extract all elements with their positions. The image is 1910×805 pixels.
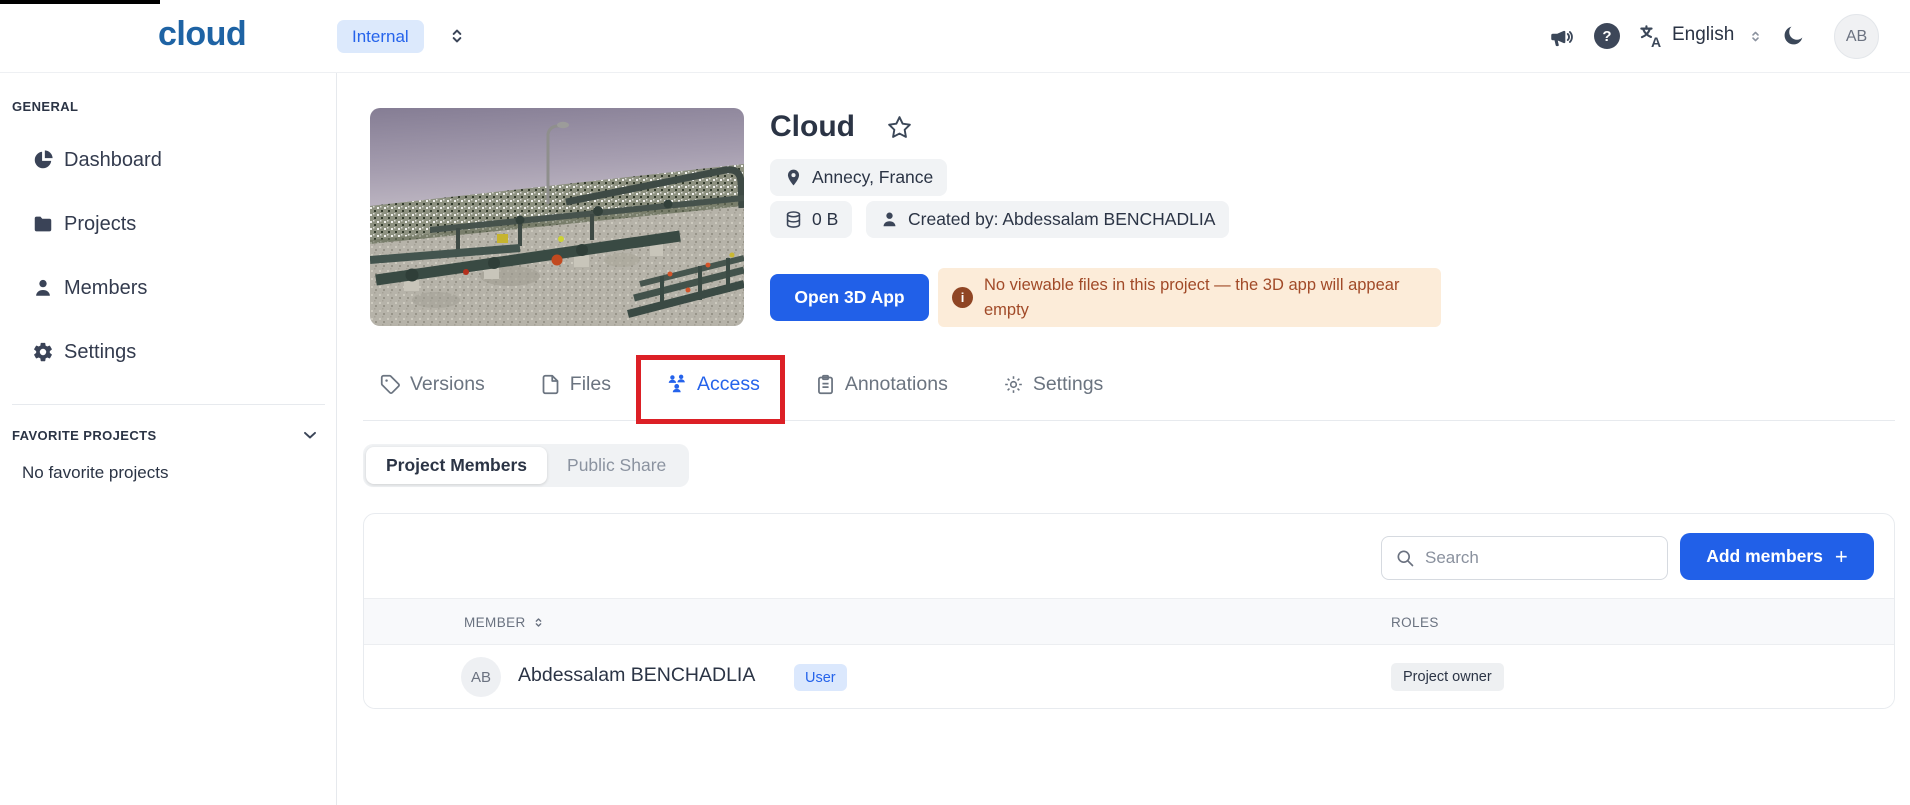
tab-files[interactable]: Files — [540, 373, 611, 396]
tab-access[interactable]: Access — [666, 373, 760, 396]
clipboard-icon — [815, 374, 836, 395]
members-card: Add members + MEMBER ROLES AB Abdessalam… — [363, 513, 1895, 709]
sidebar-item-members[interactable]: Members — [0, 256, 337, 320]
workspace-switcher-icon[interactable] — [447, 26, 467, 46]
gear-icon — [32, 341, 54, 363]
add-members-label: Add members — [1706, 546, 1823, 566]
member-role-badge: Project owner — [1391, 663, 1504, 691]
column-header-roles: ROLES — [1391, 599, 1439, 646]
column-label: ROLES — [1391, 615, 1439, 630]
app-logo[interactable]: cloud — [158, 15, 247, 54]
tab-versions[interactable]: Versions — [380, 373, 485, 396]
language-chevron-icon[interactable] — [1748, 29, 1763, 44]
sidebar-item-label: Members — [64, 276, 148, 299]
member-name: Abdessalam BENCHADLIA — [518, 664, 756, 686]
info-icon: i — [952, 287, 973, 308]
file-icon — [540, 374, 561, 395]
megaphone-icon[interactable] — [1548, 24, 1574, 50]
add-members-button[interactable]: Add members + — [1680, 533, 1874, 580]
translate-icon[interactable]: A — [1638, 23, 1665, 50]
open-3d-app-button[interactable]: Open 3D App — [770, 274, 929, 321]
project-thumbnail[interactable] — [370, 108, 744, 326]
table-header: MEMBER ROLES — [364, 598, 1894, 646]
sidebar-divider — [12, 404, 325, 405]
tab-label: Access — [696, 372, 760, 395]
member-type-badge: User — [794, 664, 847, 691]
users-icon — [666, 373, 688, 395]
tab-label: Versions — [410, 372, 485, 395]
avatar-initials: AB — [1845, 27, 1868, 45]
svg-text:A: A — [1651, 34, 1661, 50]
project-title: Cloud — [770, 110, 855, 143]
sidebar-item-dashboard[interactable]: Dashboard — [0, 128, 337, 192]
tabs-divider — [363, 420, 1895, 421]
user-icon — [880, 210, 899, 229]
tab-label: Annotations — [844, 372, 948, 395]
user-icon — [32, 277, 54, 299]
tab-label: Settings — [1032, 372, 1104, 395]
info-glyph: i — [960, 290, 965, 305]
size-badge: 0 B — [770, 201, 853, 238]
tab-label: Files — [569, 372, 611, 395]
sidebar-item-label: Projects — [64, 212, 137, 235]
warning-text: No viewable files in this project — the … — [984, 275, 1400, 319]
column-header-member[interactable]: MEMBER — [464, 599, 545, 646]
member-avatar: AB — [461, 657, 501, 697]
location-badge: Annecy, France — [770, 159, 948, 196]
size-label: 0 B — [812, 209, 839, 229]
app-window: cloud Internal ? A English AB GENERAL Da… — [0, 0, 1910, 805]
sidebar-section-general: GENERAL — [12, 99, 79, 114]
top-left-black-strip — [0, 0, 160, 4]
created-by-label: Created by: Abdessalam BENCHADLIA — [908, 209, 1216, 229]
language-selector[interactable]: English — [1672, 24, 1734, 46]
subtab-public-share[interactable]: Public Share — [547, 447, 686, 484]
chevron-down-icon[interactable] — [300, 425, 320, 445]
user-avatar[interactable]: AB — [1834, 14, 1879, 59]
moon-icon[interactable] — [1780, 23, 1806, 49]
database-icon — [784, 210, 803, 229]
workspace-badge[interactable]: Internal — [337, 20, 424, 53]
search-input[interactable] — [1425, 548, 1645, 568]
sidebar-section-favorites: FAVORITE PROJECTS — [12, 428, 157, 443]
member-initials: AB — [470, 668, 491, 686]
search-box[interactable] — [1381, 536, 1668, 580]
access-subtabs: Project Members Public Share — [363, 444, 690, 487]
top-navbar: cloud Internal ? A English AB — [0, 0, 1910, 73]
search-icon — [1395, 548, 1415, 568]
table-row[interactable]: AB Abdessalam BENCHADLIA User Project ow… — [364, 645, 1894, 708]
subtab-project-members[interactable]: Project Members — [366, 447, 548, 484]
created-by-badge: Created by: Abdessalam BENCHADLIA — [866, 201, 1230, 238]
tab-annotations[interactable]: Annotations — [815, 373, 948, 396]
sidebar-item-projects[interactable]: Projects — [0, 192, 337, 256]
sidebar: GENERAL Dashboard Projects Members Setti… — [0, 73, 337, 805]
favorites-empty-text: No favorite projects — [22, 463, 169, 482]
tab-settings[interactable]: Settings — [1003, 373, 1103, 396]
sort-icon[interactable] — [532, 616, 545, 629]
sidebar-item-label: Settings — [64, 340, 137, 363]
sidebar-item-label: Dashboard — [64, 148, 162, 171]
warning-banner: i No viewable files in this project — th… — [938, 268, 1441, 327]
help-glyph: ? — [1602, 27, 1612, 45]
tag-icon — [380, 374, 401, 395]
map-pin-icon — [784, 168, 803, 187]
favorite-star-icon[interactable] — [886, 114, 913, 141]
pie-chart-icon — [32, 149, 54, 171]
gear-outline-icon — [1003, 374, 1024, 395]
column-label: MEMBER — [464, 615, 526, 630]
help-icon[interactable]: ? — [1594, 23, 1620, 49]
folder-icon — [32, 213, 54, 235]
project-tabs: Versions Files Access Annotations Settin… — [380, 360, 1103, 408]
plus-icon: + — [1834, 543, 1848, 569]
workspace-badge-label: Internal — [352, 26, 409, 46]
sidebar-item-settings[interactable]: Settings — [0, 320, 337, 384]
location-label: Annecy, France — [812, 167, 934, 187]
